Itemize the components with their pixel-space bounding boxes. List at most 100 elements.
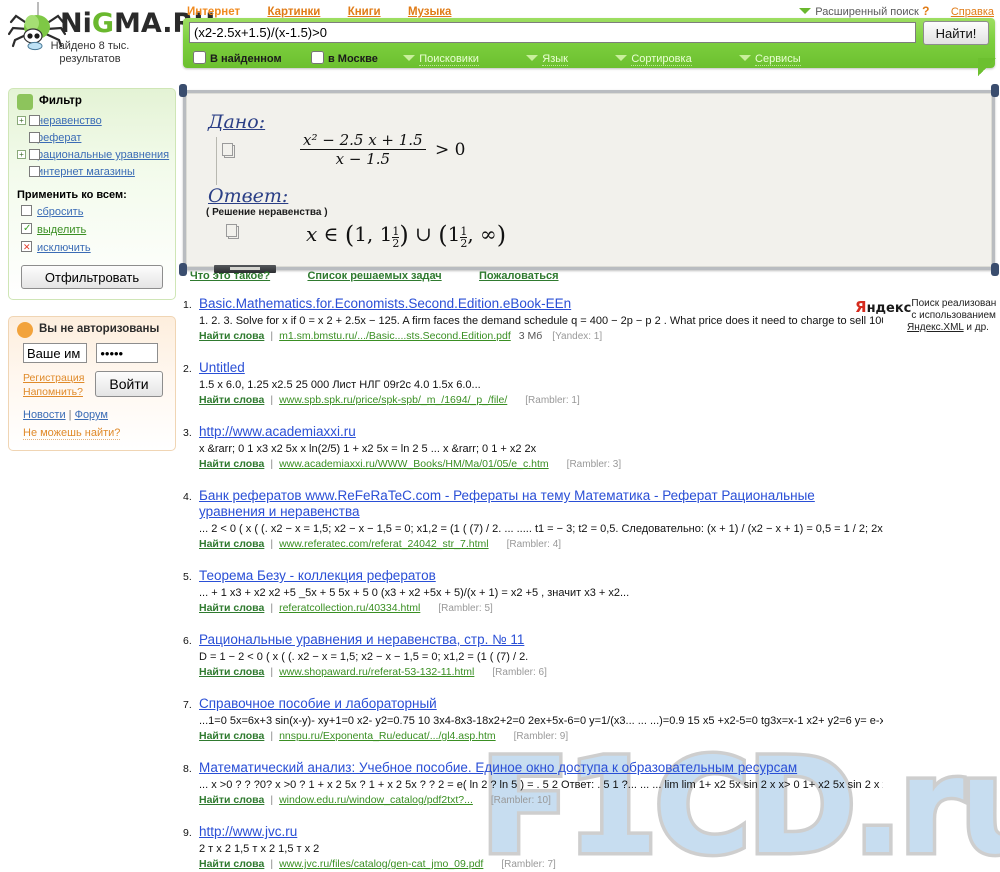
meta-separator: | (270, 730, 274, 742)
table-row: 4. Банк рефератов www.ReFeRaTeC.com - Ре… (183, 488, 883, 550)
filter-item-label[interactable]: реферат (37, 132, 81, 144)
result-url-link[interactable]: nnspu.ru/Exponenta_Ru/educat/.../gl4.asp… (279, 730, 496, 742)
result-snippet: ... 2 < 0 ( x ( (. x2 − x = 1,5; x2 − x … (199, 523, 883, 535)
search-submit-button[interactable]: Найти! (923, 21, 989, 45)
search-options-row: В найденном в Москве Поисковики Язык Сор… (189, 48, 845, 66)
username-field[interactable] (23, 343, 87, 363)
find-words-link[interactable]: Найти слова (199, 602, 264, 614)
filter-item-rational-equations[interactable]: + рациональные уравнения (15, 149, 175, 162)
search-input[interactable] (189, 22, 916, 43)
filter-item-label[interactable]: интернет магазины (37, 166, 135, 178)
result-url-link[interactable]: referatcollection.ru/40334.html (279, 602, 420, 614)
yandex-line-2: с использованием (911, 310, 996, 321)
filter-item-internet-shops[interactable]: интернет магазины (15, 166, 175, 179)
login-button[interactable]: Войти (95, 371, 163, 397)
result-url-link[interactable]: www.spb.spk.ru/price/spk-spb/_m_/1694/_p… (279, 394, 507, 406)
result-title-link[interactable]: Математический анализ: Учебное пособие. … (199, 760, 797, 775)
result-title-link[interactable]: Теорема Безу - коллекция рефератов (199, 568, 436, 583)
filter-item-list: + неравенство реферат + рациональные ура… (9, 115, 175, 179)
login-links: Регистрация Напомнить? Войти (23, 371, 175, 399)
result-title-link[interactable]: Справочное пособие и лабораторный (199, 696, 437, 711)
report-link[interactable]: Пожаловаться (479, 270, 559, 282)
result-url-link[interactable]: www.jvc.ru/files/catalog/gen-cat_jmo_09.… (279, 858, 483, 870)
page-root: F1CD.ru NiGMA.RU Найдено 8 тыс. результа… (0, 0, 1000, 872)
copy-icon[interactable] (222, 143, 235, 158)
what-is-this-link[interactable]: Что это такое? (190, 270, 270, 282)
checkbox-in-found[interactable] (193, 51, 206, 64)
result-snippet: ... x >0 ? ? ?0? x >0 ? 1 + x 2 5x ? 1 +… (199, 779, 883, 791)
help-link[interactable]: Справка (951, 6, 994, 18)
tab-internet[interactable]: Интернет (187, 6, 240, 18)
find-words-link[interactable]: Найти слова (199, 858, 264, 870)
result-url-link[interactable]: window.edu.ru/window_catalog/pdf2txt?... (279, 794, 473, 806)
result-meta: Найти слова | nnspu.ru/Exponenta_Ru/educat… (199, 730, 883, 742)
apply-reset-checkbox[interactable] (21, 205, 32, 216)
result-url-link[interactable]: m1.sm.bmstu.ru/.../Basic....sts.Second.E… (279, 330, 511, 342)
logo-block[interactable]: NiGMA.RU Найдено 8 тыс. результатов (0, 0, 215, 72)
expand-plus-icon[interactable]: + (17, 116, 26, 125)
apply-filter-button[interactable]: Отфильтровать (21, 265, 163, 289)
result-url-link[interactable]: www.academiaxxi.ru/WWW_Books/HM/Ma/01/05… (279, 458, 549, 470)
find-words-link[interactable]: Найти слова (199, 666, 264, 678)
apply-exclude-checkbox[interactable] (21, 241, 32, 254)
find-words-link[interactable]: Найти слова (199, 538, 264, 550)
filter-checkbox[interactable] (29, 132, 40, 143)
result-title-link[interactable]: Basic.Mathematics.for.Economists.Second.… (199, 296, 571, 311)
apply-exclude-label[interactable]: исключить (37, 242, 91, 254)
solvable-tasks-link[interactable]: Список решаемых задач (307, 270, 441, 282)
filter-item-label[interactable]: рациональные уравнения (37, 149, 169, 161)
answer-label: Ответ: (208, 185, 289, 207)
checkbox-in-found-label[interactable]: В найденном (189, 51, 282, 65)
find-words-link[interactable]: Найти слова (199, 394, 264, 406)
checkbox-in-found-text: В найденном (210, 53, 282, 65)
result-title-link[interactable]: Банк рефератов www.ReFeRaTeC.com - Рефер… (199, 488, 815, 519)
result-title-link[interactable]: Рациональные уравнения и неравенства, ст… (199, 632, 524, 647)
apply-reset[interactable]: сбросить (15, 205, 175, 219)
news-link[interactable]: Новости (23, 409, 66, 421)
result-url-link[interactable]: www.referatec.com/referat_24042_str_7.ht… (279, 538, 489, 550)
tab-music[interactable]: Музыка (408, 6, 452, 18)
tab-books[interactable]: Книги (348, 6, 381, 18)
dropdown-language[interactable]: Язык (526, 51, 590, 66)
yandex-xml-link[interactable]: Яндекс.XML (907, 322, 964, 333)
apply-exclude[interactable]: исключить (15, 241, 175, 255)
dropdown-engines[interactable]: Поисковики (403, 51, 501, 66)
find-words-link[interactable]: Найти слова (199, 794, 264, 806)
chevron-down-icon (739, 55, 752, 61)
find-words-link[interactable]: Найти слова (199, 458, 264, 470)
filter-item-label[interactable]: неравенство (37, 115, 102, 127)
meta-separator: | (270, 538, 274, 550)
result-meta: Найти слова | window.edu.ru/window_catalog… (199, 794, 883, 806)
top-navigation: Интернет Картинки Книги Музыка (187, 4, 475, 18)
dropdown-sorting-label: Сортировка (631, 53, 692, 66)
dropdown-services[interactable]: Сервисы (739, 51, 823, 66)
checkbox-in-moscow-label[interactable]: в Москве (307, 51, 378, 65)
cant-find-link[interactable]: Не можешь найти? (23, 427, 121, 440)
apply-select-label[interactable]: выделить (37, 224, 86, 236)
tab-images[interactable]: Картинки (267, 6, 320, 18)
result-source: [Rambler: 10] (490, 795, 551, 806)
find-words-link[interactable]: Найти слова (199, 730, 264, 742)
filter-item-inequality[interactable]: + неравенство (15, 115, 175, 128)
result-url-link[interactable]: www.shopaward.ru/referat-53-132-11.html (279, 666, 474, 678)
filter-item-referat[interactable]: реферат (15, 132, 175, 145)
result-title-link[interactable]: http://www.academiaxxi.ru (199, 424, 356, 439)
copy-icon[interactable] (226, 224, 239, 239)
result-title-link[interactable]: Untitled (199, 360, 245, 375)
result-title-link[interactable]: http://www.jvc.ru (199, 824, 297, 839)
apply-select-checkbox[interactable] (21, 222, 32, 235)
checkbox-in-moscow[interactable] (310, 51, 324, 64)
vertical-rule (216, 137, 217, 185)
filter-checkbox[interactable] (29, 149, 40, 160)
expand-plus-icon[interactable]: + (17, 150, 26, 159)
filter-panel-title: Фильтр (39, 95, 82, 107)
apply-select[interactable]: выделить (15, 222, 175, 237)
find-words-link[interactable]: Найти слова (199, 330, 264, 342)
forum-link[interactable]: Форум (75, 409, 108, 421)
dropdown-sorting[interactable]: Сортировка (615, 51, 713, 66)
filter-checkbox[interactable] (29, 166, 40, 177)
apply-reset-label[interactable]: сбросить (37, 206, 83, 218)
password-field[interactable] (96, 343, 159, 363)
found-line-1: Найдено 8 тыс. (50, 40, 130, 52)
filter-checkbox[interactable] (29, 115, 40, 126)
